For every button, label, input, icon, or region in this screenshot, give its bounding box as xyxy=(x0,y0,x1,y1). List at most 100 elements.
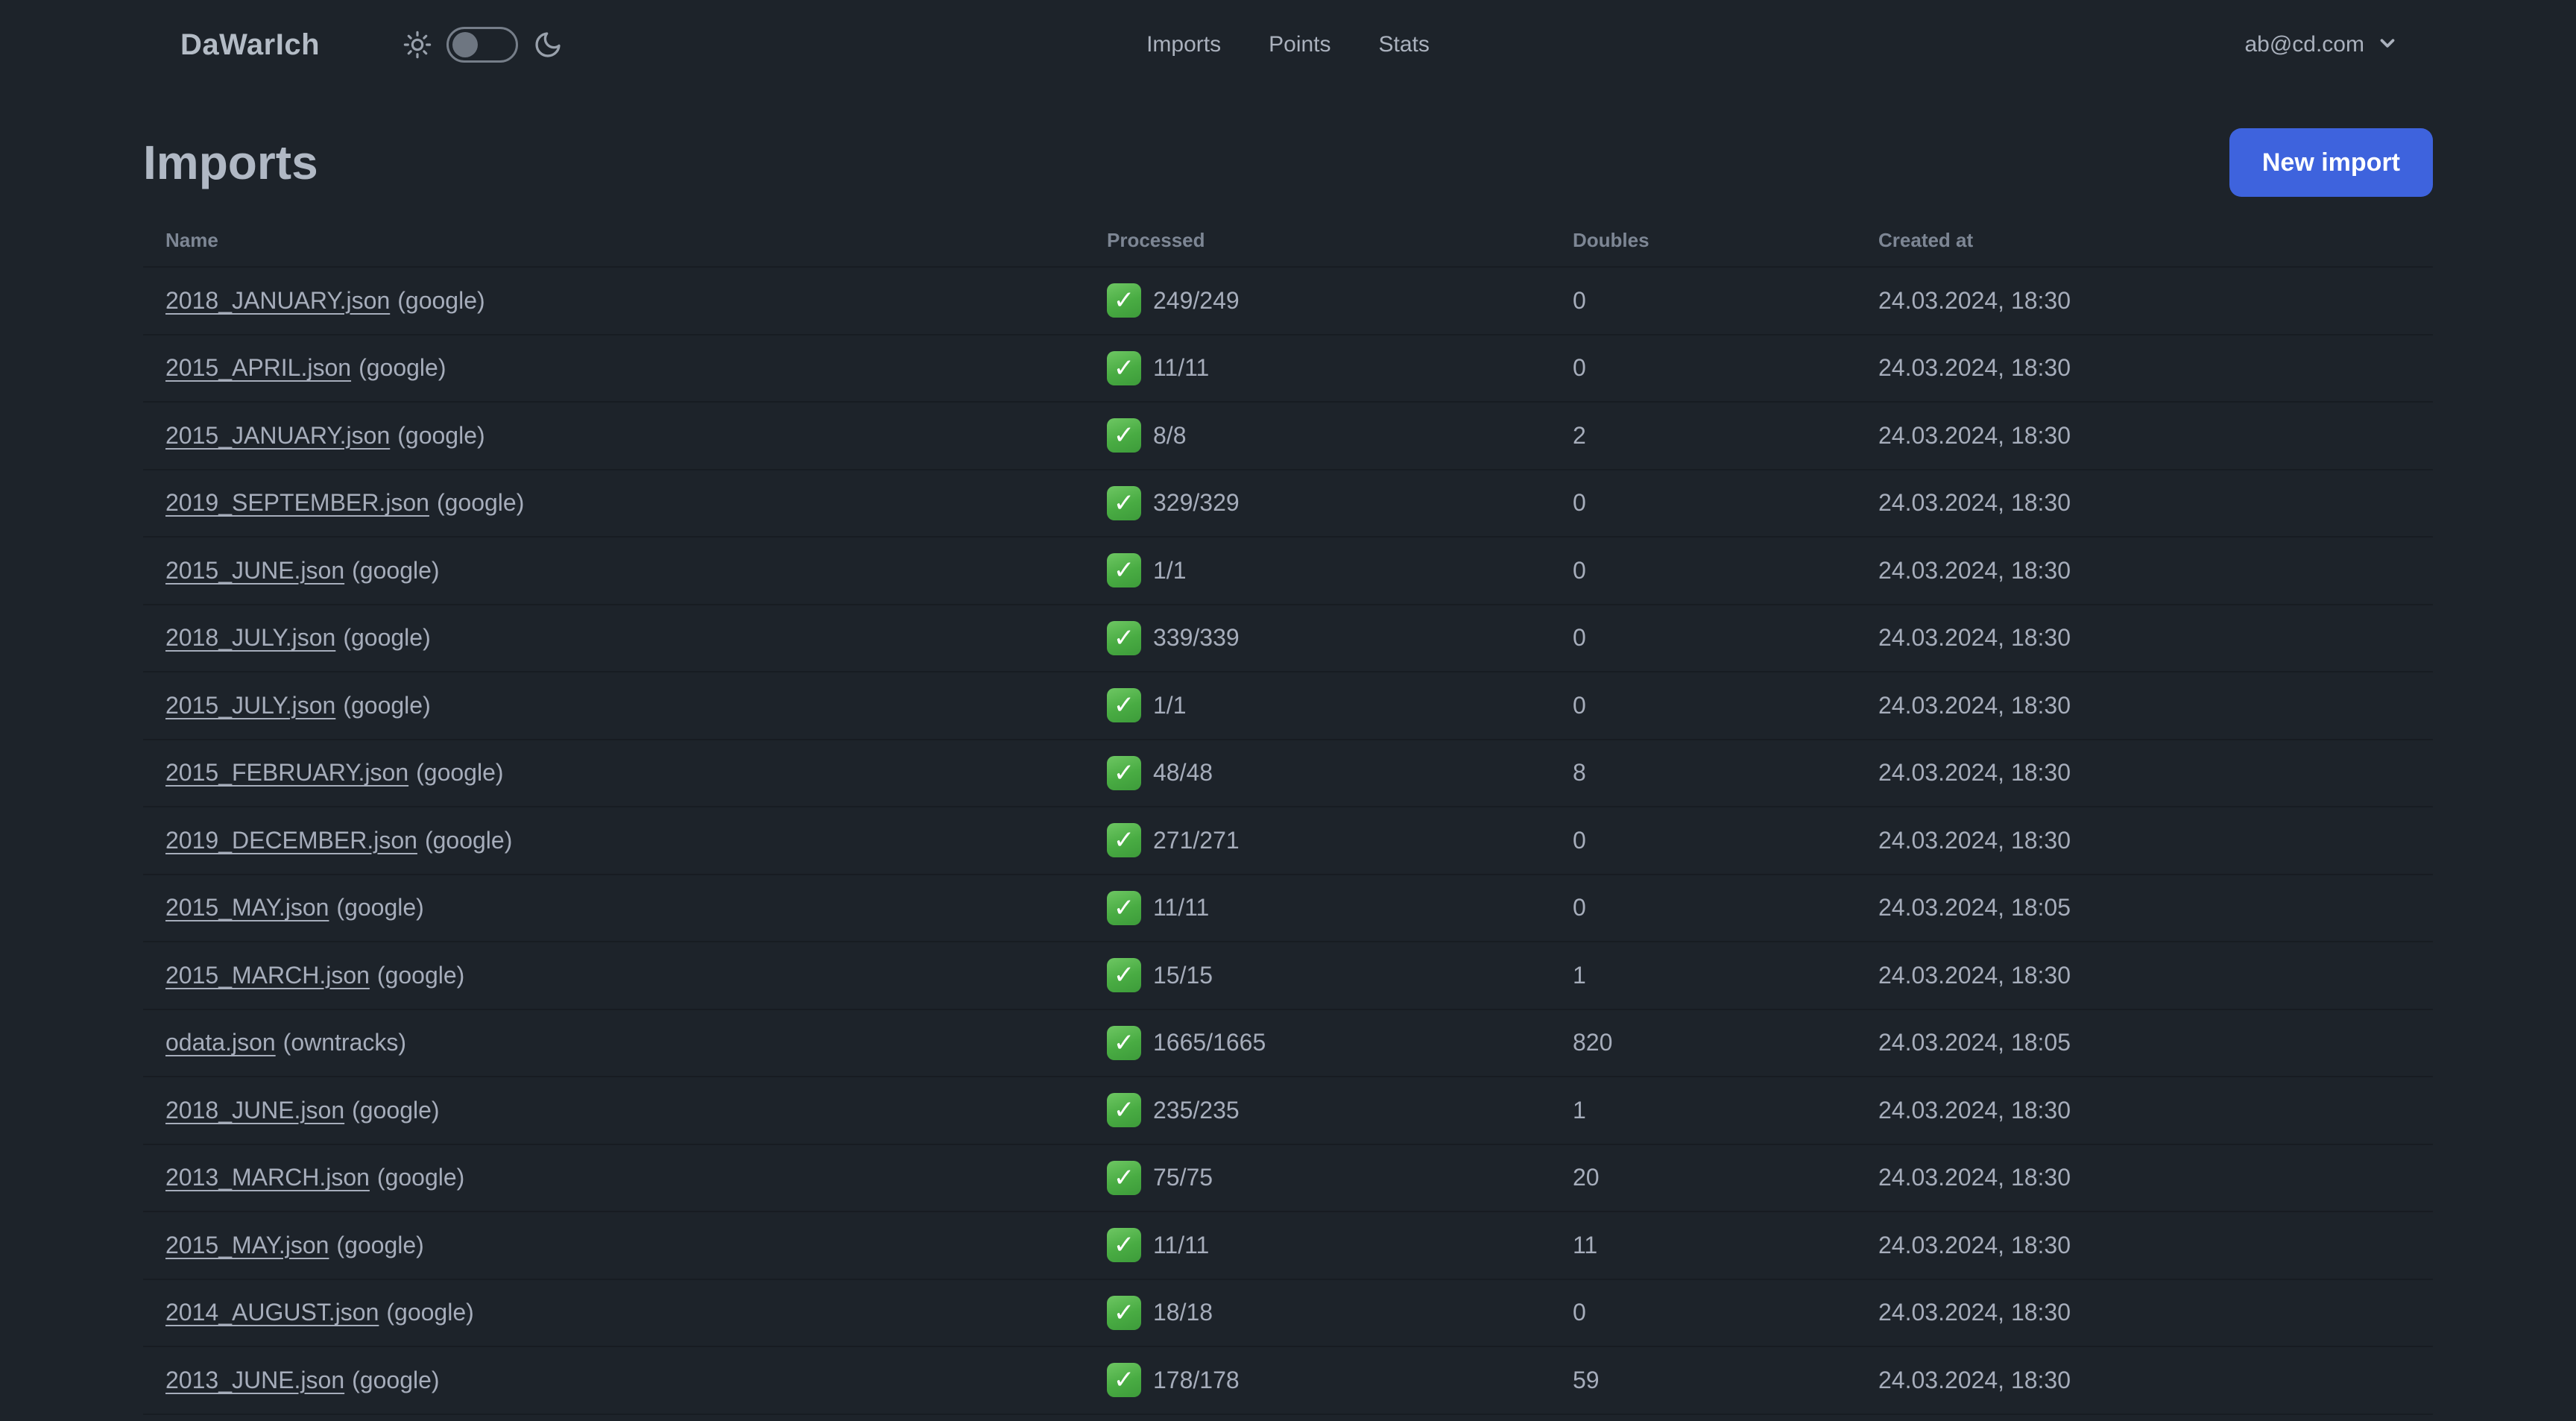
check-icon: ✓ xyxy=(1107,553,1141,588)
import-file-link[interactable]: 2015_MAY.json xyxy=(165,1232,329,1258)
table-row: 2013_MARCH.json (google) ✓ 75/75 20 24.03… xyxy=(143,1145,2433,1212)
created-at-cell: 24.03.2024, 18:30 xyxy=(1878,961,2071,989)
processed-count: 1/1 xyxy=(1153,691,1187,719)
import-file-link[interactable]: 2018_JULY.json xyxy=(165,624,335,651)
import-file-link[interactable]: 2013_MARCH.json xyxy=(165,1164,370,1191)
doubles-cell: 0 xyxy=(1573,556,1586,584)
name-cell: 2015_MAY.json (google) xyxy=(143,1232,1107,1259)
app-logo[interactable]: DaWarIch xyxy=(180,28,320,62)
import-file-link[interactable]: 2018_JUNE.json xyxy=(165,1097,344,1124)
import-file-link[interactable]: 2015_MARCH.json xyxy=(165,962,370,989)
import-source: (google) xyxy=(397,286,485,314)
moon-icon xyxy=(533,30,563,60)
doubles-cell: 8 xyxy=(1573,759,1586,787)
name-cell: 2015_FEBRUARY.json (google) xyxy=(143,759,1107,787)
processed-count: 8/8 xyxy=(1153,421,1187,449)
user-email: ab@cd.com xyxy=(2244,32,2364,57)
table-row: 2018_JANUARY.json (google) ✓ 249/249 0 24… xyxy=(143,268,2433,335)
table-row-partial: ✓ xyxy=(143,1415,2433,1421)
nav-item-imports[interactable]: Imports xyxy=(1146,32,1221,57)
import-source: (google) xyxy=(352,556,440,584)
chevron-down-icon xyxy=(2376,32,2399,58)
main-nav: Imports Points Stats xyxy=(1146,0,1430,89)
import-file-link[interactable]: 2018_JANUARY.json xyxy=(165,287,390,314)
processed-count: 249/249 xyxy=(1153,286,1240,314)
import-source: (google) xyxy=(416,759,504,787)
processed-cell: ✓ 339/339 xyxy=(1107,620,1573,655)
column-header-created-at: Created at xyxy=(1878,228,1974,251)
name-cell: 2015_JANUARY.json (google) xyxy=(143,422,1107,450)
processed-cell: ✓ 11/11 xyxy=(1107,1228,1573,1263)
check-icon: ✓ xyxy=(1107,1295,1141,1330)
name-cell: 2019_DECEMBER.json (google) xyxy=(143,827,1107,854)
user-menu[interactable]: ab@cd.com xyxy=(2244,32,2399,58)
table-row: 2019_SEPTEMBER.json (google) ✓ 329/329 0 … xyxy=(143,470,2433,538)
doubles-cell: 0 xyxy=(1573,691,1586,719)
doubles-cell: 0 xyxy=(1573,1299,1586,1326)
import-source: (google) xyxy=(359,354,446,382)
table-row: odata.json (owntracks) ✓ 1665/1665 820 24… xyxy=(143,1010,2433,1077)
processed-count: 329/329 xyxy=(1153,489,1240,517)
created-at-cell: 24.03.2024, 18:05 xyxy=(1878,1029,2071,1056)
created-at-cell: 24.03.2024, 18:30 xyxy=(1878,1096,2071,1124)
doubles-cell: 2 xyxy=(1573,421,1586,449)
import-source: (google) xyxy=(424,826,513,854)
import-file-link[interactable]: 2015_FEBRUARY.json xyxy=(165,759,408,786)
name-cell: 2018_JANUARY.json (google) xyxy=(143,287,1107,315)
doubles-cell: 0 xyxy=(1573,354,1586,382)
name-cell: 2013_MARCH.json (google) xyxy=(143,1164,1107,1191)
processed-cell: ✓ 1/1 xyxy=(1107,688,1573,723)
import-file-link[interactable]: 2019_DECEMBER.json xyxy=(165,827,417,854)
page-title: Imports xyxy=(143,135,318,189)
created-at-cell: 24.03.2024, 18:05 xyxy=(1878,894,2071,921)
new-import-button[interactable]: New import xyxy=(2229,128,2433,197)
processed-cell: ✓ 178/178 xyxy=(1107,1363,1573,1398)
import-file-link[interactable]: 2015_MAY.json xyxy=(165,894,329,921)
navbar: DaWarIch Imports Points Stats ab@cd.com xyxy=(0,0,2576,89)
table-row: 2015_JUNE.json (google) ✓ 1/1 0 24.03.202… xyxy=(143,538,2433,605)
page-header: Imports New import xyxy=(143,128,2433,197)
table-row: 2019_DECEMBER.json (google) ✓ 271/271 0 2… xyxy=(143,807,2433,875)
table-row: 2018_JUNE.json (google) ✓ 235/235 1 24.03… xyxy=(143,1077,2433,1145)
doubles-cell: 0 xyxy=(1573,489,1586,517)
processed-count: 178/178 xyxy=(1153,1366,1240,1393)
created-at-cell: 24.03.2024, 18:30 xyxy=(1878,1164,2071,1191)
check-icon: ✓ xyxy=(1107,1025,1141,1060)
nav-item-points[interactable]: Points xyxy=(1269,32,1330,57)
theme-toggle[interactable] xyxy=(446,27,519,63)
processed-cell: ✓ 11/11 xyxy=(1107,890,1573,925)
check-icon: ✓ xyxy=(1107,283,1141,318)
import-file-link[interactable]: 2014_AUGUST.json xyxy=(165,1299,379,1326)
import-file-link[interactable]: 2015_APRIL.json xyxy=(165,354,351,381)
created-at-cell: 24.03.2024, 18:30 xyxy=(1878,1231,2071,1258)
import-file-link[interactable]: odata.json xyxy=(165,1029,276,1056)
name-cell: 2013_JUNE.json (google) xyxy=(143,1367,1107,1394)
import-source: (google) xyxy=(436,489,525,517)
processed-cell: ✓ 249/249 xyxy=(1107,283,1573,318)
column-header-name: Name xyxy=(165,228,218,251)
processed-count: 1665/1665 xyxy=(1153,1029,1266,1056)
import-file-link[interactable]: 2013_JUNE.json xyxy=(165,1367,344,1393)
processed-count: 11/11 xyxy=(1153,894,1210,921)
import-source: (google) xyxy=(336,894,424,921)
created-at-cell: 24.03.2024, 18:30 xyxy=(1878,1299,2071,1326)
name-cell: 2015_MARCH.json (google) xyxy=(143,962,1107,989)
import-file-link[interactable]: 2015_JULY.json xyxy=(165,692,335,719)
import-source: (google) xyxy=(352,1366,440,1393)
import-file-link[interactable]: 2019_SEPTEMBER.json xyxy=(165,489,429,516)
import-file-link[interactable]: 2015_JANUARY.json xyxy=(165,422,390,449)
doubles-cell: 1 xyxy=(1573,961,1586,989)
created-at-cell: 24.03.2024, 18:30 xyxy=(1878,826,2071,854)
processed-count: 271/271 xyxy=(1153,826,1240,854)
imports-table: Name Processed Doubles Created at 2018_J… xyxy=(143,214,2433,1421)
import-source: (google) xyxy=(376,961,465,989)
processed-count: 11/11 xyxy=(1153,1231,1210,1258)
nav-item-stats[interactable]: Stats xyxy=(1379,32,1430,57)
name-cell: 2014_AUGUST.json (google) xyxy=(143,1299,1107,1326)
theme-toggle-group xyxy=(403,27,563,63)
toggle-knob xyxy=(452,32,479,57)
created-at-cell: 24.03.2024, 18:30 xyxy=(1878,1366,2071,1393)
doubles-cell: 0 xyxy=(1573,826,1586,854)
doubles-cell: 0 xyxy=(1573,894,1586,921)
import-file-link[interactable]: 2015_JUNE.json xyxy=(165,557,344,584)
